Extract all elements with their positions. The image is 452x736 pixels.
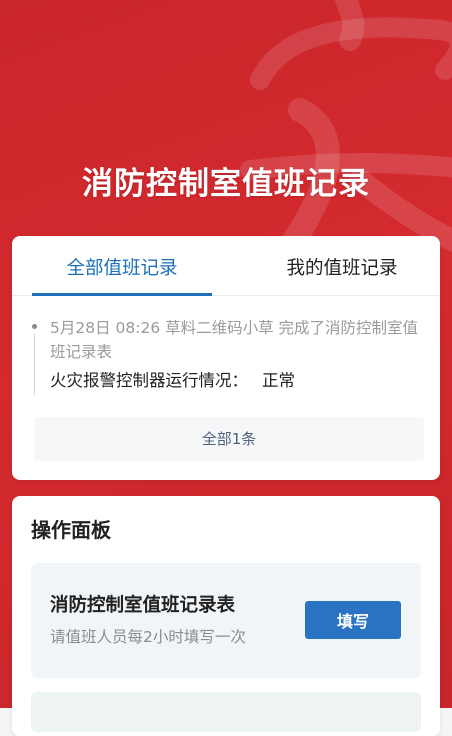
panel-title: 操作面板 — [31, 518, 111, 542]
page-title: 消防控制室值班记录 — [82, 166, 370, 202]
timeline-dot-icon — [32, 324, 37, 329]
tab-all-records[interactable]: 全部值班记录 — [32, 236, 212, 296]
operation-panel-card: 操作面板 消防控制室值班记录表 请值班人员每2小时填写一次 填写 — [12, 496, 440, 736]
form-item-partial[interactable] — [31, 692, 421, 732]
tab-all-records-label: 全部值班记录 — [66, 258, 178, 279]
timeline-line — [34, 333, 35, 395]
duty-records-card: 全部值班记录 我的值班记录 5月28日 08:26 草料二维码小草 完成了消防控… — [12, 236, 440, 480]
record-tabs: 全部值班记录 我的值班记录 — [12, 236, 440, 296]
active-tab-indicator — [32, 293, 212, 296]
form-item-title: 消防控制室值班记录表 — [50, 595, 236, 616]
record-status-label: 火灾报警控制器运行情况： — [50, 371, 248, 390]
view-all-records-button[interactable]: 全部1条 — [34, 417, 424, 461]
record-status: 火灾报警控制器运行情况： 正常 — [50, 369, 430, 393]
form-item-subtitle: 请值班人员每2小时填写一次 — [50, 628, 246, 646]
tab-my-records-label: 我的值班记录 — [286, 258, 398, 279]
record-status-value: 正常 — [262, 371, 295, 390]
fill-button[interactable]: 填写 — [305, 601, 401, 639]
record-meta: 5月28日 08:26 草料二维码小草 完成了消防控制室值班记录表 — [50, 319, 419, 361]
tab-my-records[interactable]: 我的值班记录 — [252, 236, 432, 295]
form-item[interactable]: 消防控制室值班记录表 请值班人员每2小时填写一次 填写 — [31, 563, 421, 678]
